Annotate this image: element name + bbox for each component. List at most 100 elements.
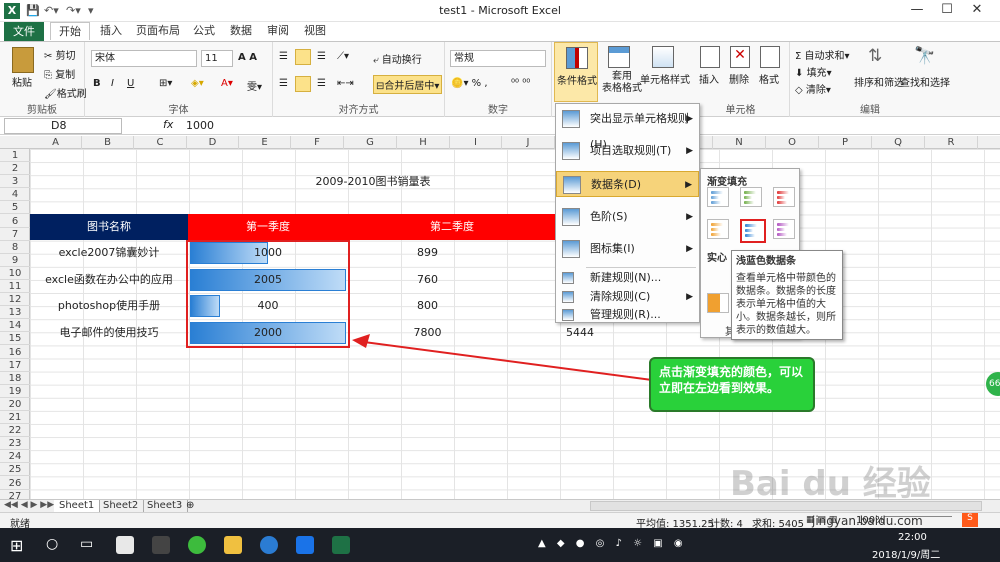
- menu-data-bars[interactable]: 数据条(D) ▶: [556, 171, 699, 197]
- tab-home[interactable]: 开始: [50, 22, 90, 40]
- fill-color-icon[interactable]: ◈▾: [191, 78, 204, 89]
- column-header-r[interactable]: R: [925, 136, 978, 149]
- tab-formulas[interactable]: 公式: [185, 22, 223, 40]
- row-header[interactable]: 12: [0, 293, 30, 307]
- row-header[interactable]: 1: [0, 149, 30, 162]
- format-button[interactable]: 格式: [759, 71, 779, 86]
- menu-top-bottom-rules[interactable]: 项目选取规则(T) ▶: [556, 138, 699, 164]
- row-header[interactable]: 24: [0, 450, 30, 464]
- menu-color-scales[interactable]: 色阶(S) ▶: [556, 204, 699, 230]
- phonetic-icon[interactable]: 雯▾: [247, 78, 262, 93]
- databar-light-blue-swatch[interactable]: [740, 219, 766, 243]
- tab-review[interactable]: 审阅: [259, 22, 297, 40]
- format-as-table-button[interactable]: 套用 表格格式: [602, 71, 642, 95]
- row-header[interactable]: 5: [0, 201, 30, 215]
- column-header-e[interactable]: E: [239, 136, 291, 149]
- record-name[interactable]: excle2007锦囊妙计: [30, 240, 188, 266]
- fx-icon[interactable]: fx: [163, 118, 173, 131]
- cut-button[interactable]: ✂ 剪切: [44, 47, 76, 62]
- paste-button[interactable]: 粘贴: [12, 74, 32, 89]
- menu-new-rule[interactable]: 新建规则(N)...: [556, 269, 699, 287]
- conditional-format-button[interactable]: 条件格式: [554, 42, 598, 102]
- record-name[interactable]: 电子邮件的使用技巧: [30, 320, 188, 346]
- record-name[interactable]: photoshop使用手册: [30, 293, 188, 319]
- row-header[interactable]: 10: [0, 267, 30, 280]
- column-header-a[interactable]: A: [30, 136, 82, 149]
- record-q2[interactable]: 899: [350, 240, 505, 266]
- format-painter-button[interactable]: 🖌格式刷: [44, 85, 87, 100]
- align-bottom-icon[interactable]: ☰: [317, 51, 326, 62]
- column-header-f[interactable]: F: [291, 136, 344, 149]
- wrap-text-button[interactable]: ⤶ 自动换行: [373, 51, 422, 66]
- find-select-button[interactable]: 查找和选择: [900, 74, 950, 89]
- underline-icon[interactable]: U: [127, 78, 134, 89]
- sheet-nav-icon[interactable]: ◀◀ ◀ ▶ ▶▶: [4, 500, 54, 510]
- column-header-b[interactable]: B: [82, 136, 134, 149]
- row-header[interactable]: 21: [0, 411, 30, 424]
- row-header[interactable]: 19: [0, 385, 30, 398]
- tab-file[interactable]: 文件: [4, 22, 44, 41]
- decimal-icon[interactable]: ⁰⁰ ⁰⁰: [511, 78, 530, 89]
- column-header-g[interactable]: G: [344, 136, 397, 149]
- number-format-select[interactable]: 常规: [450, 50, 546, 67]
- header-book-name[interactable]: 图书名称: [30, 214, 188, 240]
- record-q2[interactable]: 800: [350, 293, 505, 319]
- windows-start-icon[interactable]: ⊞: [10, 536, 23, 555]
- row-header[interactable]: 2: [0, 162, 30, 176]
- italic-icon[interactable]: I: [111, 78, 114, 89]
- row-header[interactable]: 25: [0, 463, 30, 477]
- tab-view[interactable]: 视图: [296, 22, 334, 40]
- browser-icon[interactable]: [188, 536, 206, 554]
- row-header[interactable]: 23: [0, 437, 30, 451]
- sort-filter-button[interactable]: 排序和筛选: [854, 74, 904, 89]
- align-middle-icon[interactable]: [295, 49, 311, 65]
- header-q2[interactable]: 第二季度: [348, 214, 556, 240]
- clock-date[interactable]: 2018/1/9/周二: [872, 546, 940, 561]
- column-header-h[interactable]: H: [397, 136, 450, 149]
- align-right-icon[interactable]: ☰: [317, 78, 326, 89]
- font-name-select[interactable]: 宋体: [91, 50, 197, 67]
- app-icon-1[interactable]: [116, 536, 134, 554]
- merge-center-button[interactable]: ⊟合并后居中▾: [373, 75, 443, 94]
- column-header-c[interactable]: C: [134, 136, 187, 149]
- row-header[interactable]: 3: [0, 175, 30, 189]
- tab-page-layout[interactable]: 页面布局: [128, 22, 188, 40]
- font-color-icon[interactable]: A▾: [221, 78, 233, 89]
- task-view-icon[interactable]: ▭: [80, 536, 93, 552]
- row-header[interactable]: 18: [0, 372, 30, 385]
- databar-green-swatch[interactable]: [740, 187, 762, 207]
- record-name[interactable]: excle函数在办公中的应用: [30, 267, 188, 293]
- maximize-icon[interactable]: ☐: [932, 2, 962, 20]
- orientation-icon[interactable]: ⟋▾: [337, 51, 349, 62]
- autosum-button[interactable]: Σ 自动求和▾: [795, 47, 850, 62]
- header-q1[interactable]: 第一季度: [188, 214, 348, 240]
- clock-time[interactable]: 22:00: [898, 532, 927, 543]
- column-header-o[interactable]: O: [766, 136, 819, 149]
- row-header[interactable]: 7: [0, 228, 30, 241]
- insert-button[interactable]: 插入: [699, 71, 719, 86]
- column-header-n[interactable]: N: [713, 136, 766, 149]
- search-icon[interactable]: ○: [46, 536, 58, 552]
- databar-orange-swatch[interactable]: [707, 219, 729, 239]
- tab-data[interactable]: 数据: [222, 22, 260, 40]
- close-icon[interactable]: ✕: [962, 2, 992, 20]
- system-tray-icons[interactable]: ▲ ◆ ● ◎ ♪ ☼ ▣ ◉: [538, 538, 687, 549]
- clear-button[interactable]: ◇ 清除▾: [795, 81, 831, 96]
- row-header[interactable]: 26: [0, 477, 30, 490]
- align-left-icon[interactable]: ☰: [279, 78, 288, 89]
- delete-button[interactable]: 删除: [729, 71, 749, 86]
- new-sheet-icon[interactable]: ⊕: [186, 500, 194, 511]
- column-header-d[interactable]: D: [187, 136, 239, 149]
- row-header[interactable]: 16: [0, 346, 30, 359]
- name-box[interactable]: D8: [4, 118, 122, 134]
- minimize-icon[interactable]: —: [902, 2, 932, 20]
- row-header[interactable]: 6: [0, 215, 30, 228]
- bold-icon[interactable]: B: [93, 78, 101, 89]
- row-header[interactable]: 11: [0, 280, 30, 293]
- solid-orange-databar[interactable]: [707, 293, 729, 313]
- menu-manage-rules[interactable]: 管理规则(R)...: [556, 306, 699, 324]
- border-icon[interactable]: ⊞▾: [159, 78, 172, 89]
- copy-button[interactable]: ⎘ 复制: [44, 66, 75, 81]
- column-header-q[interactable]: Q: [872, 136, 925, 149]
- row-header[interactable]: 13: [0, 306, 30, 320]
